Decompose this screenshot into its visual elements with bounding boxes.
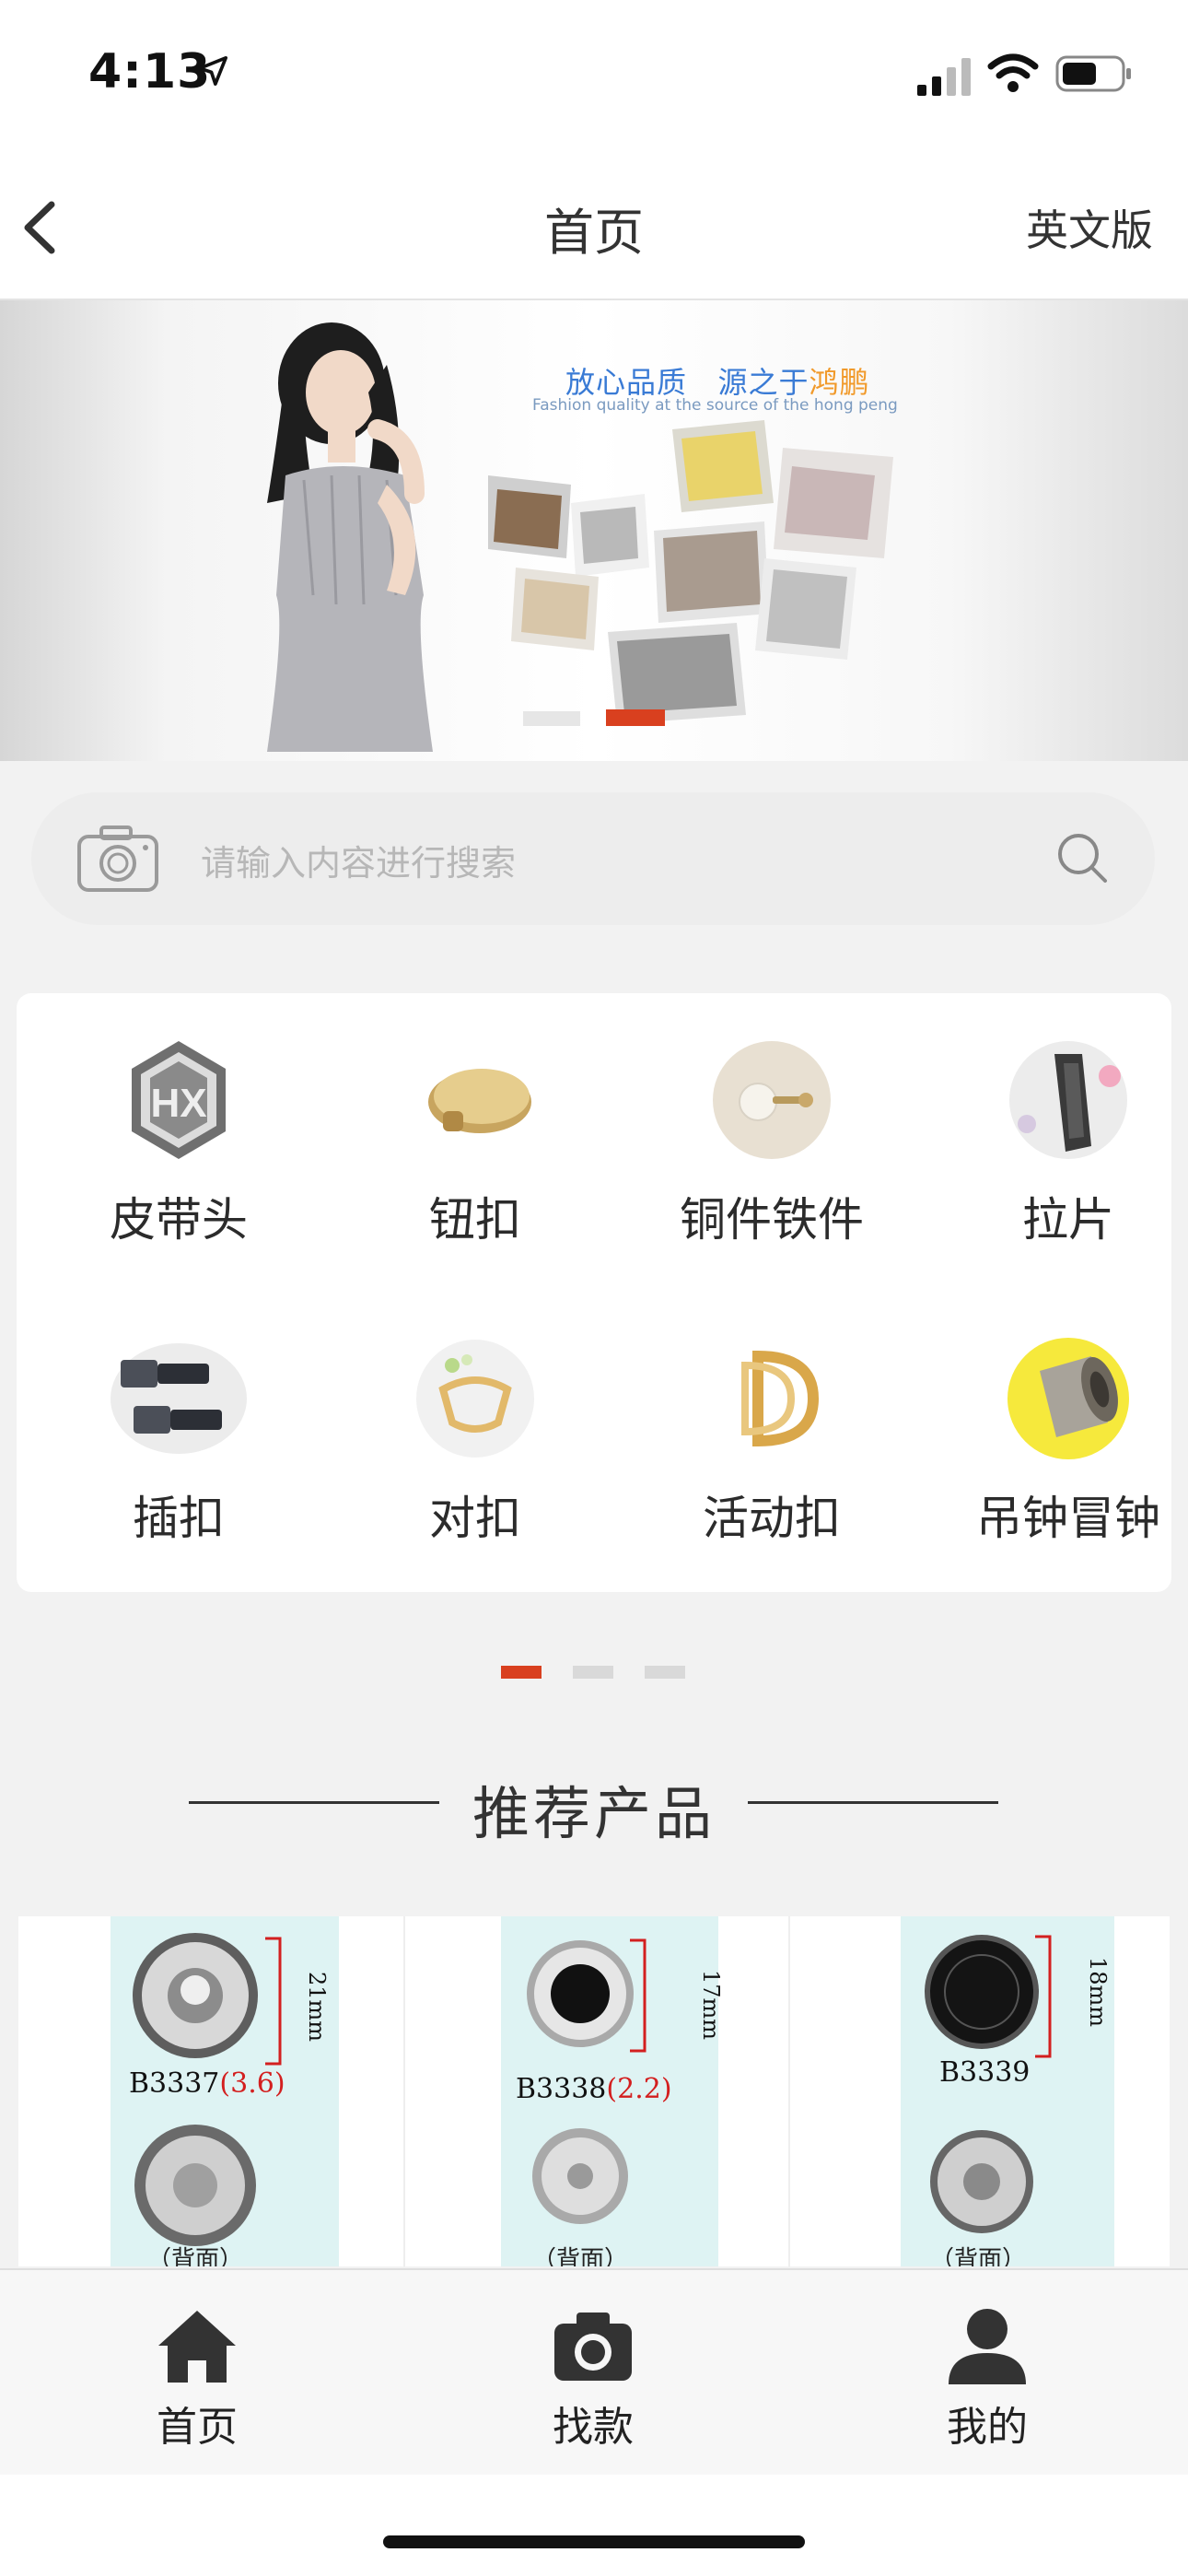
category-label: 铜件铁件	[680, 1193, 864, 1247]
product-size: 18mm	[1085, 1957, 1111, 2028]
status-bar: 4:13	[0, 0, 1188, 157]
product-code-text: B3337	[129, 2067, 220, 2100]
bottom-tab-bar: 首页 找款 我的	[0, 2268, 1188, 2476]
product-code: B3337(3.6)	[129, 2067, 285, 2100]
banner-headline-part1: 放心品质	[565, 365, 688, 400]
category-swivel-clasp[interactable]: 活动扣	[634, 1334, 910, 1548]
category-label: 皮带头	[110, 1193, 248, 1247]
product-size: 21mm	[304, 1972, 330, 2043]
d-ring-icon	[703, 1334, 841, 1463]
camera-icon	[554, 2313, 632, 2381]
product-image	[925, 1935, 1052, 2233]
tab-label: 首页	[157, 2404, 238, 2451]
tab-home[interactable]: 首页	[105, 2307, 289, 2453]
navigation-bar: 首页 英文版	[0, 157, 1188, 300]
recommended-section-title: 推荐产品	[472, 1780, 716, 1847]
product-spec: (3.6)	[219, 2067, 285, 2100]
belt-buckle-icon: HX	[110, 1036, 248, 1165]
banner-indicator-2-active[interactable]	[606, 709, 665, 726]
banner-headline-part2: 源之于	[717, 365, 809, 400]
english-version-link[interactable]: 英文版	[1026, 197, 1153, 258]
banner-product-collage	[488, 420, 893, 724]
category-grid: HX 皮带头 钮扣 铜件铁件 拉片 插扣 对扣 活动扣 吊钟冒钟	[17, 993, 1171, 1592]
tab-profile[interactable]: 我的	[895, 2307, 1079, 2453]
product-card[interactable]: 18mm B3339 （背面）	[788, 1916, 1170, 2266]
page-title: 首页	[544, 204, 644, 262]
banner-subtitle: Fashion quality at the source of the hon…	[532, 396, 898, 415]
product-code: B3339	[939, 2056, 1030, 2089]
product-card[interactable]: 17mm B3338(2.2) （背面）	[403, 1916, 788, 2266]
category-copper-iron-parts[interactable]: 铜件铁件	[634, 1036, 910, 1249]
tab-label: 找款	[553, 2404, 634, 2451]
copper-iron-parts-icon	[703, 1036, 841, 1165]
category-button[interactable]: 钮扣	[337, 1036, 613, 1249]
cord-end-icon	[999, 1334, 1137, 1463]
search-input[interactable]: 请输入内容进行搜索	[201, 835, 516, 885]
tab-label: 我的	[947, 2404, 1028, 2451]
category-label: 吊钟冒钟	[976, 1492, 1160, 1545]
banner-indicator-1[interactable]	[523, 711, 580, 726]
cellular-signal-icon	[917, 58, 971, 96]
product-list: 21mm B3337(3.6) （背面） 17mm B3338(2.2) （背面…	[18, 1916, 1170, 2266]
category-label: 拉片	[1022, 1193, 1114, 1247]
home-icon	[158, 2311, 236, 2383]
search-icon[interactable]	[1055, 831, 1109, 884]
home-indicator-area	[0, 2475, 1188, 2576]
product-back-label: （背面）	[532, 2246, 629, 2266]
category-label: 活动扣	[703, 1492, 841, 1545]
category-label: 钮扣	[429, 1193, 521, 1247]
product-spec: (2.2)	[606, 2073, 672, 2105]
button-icon	[406, 1036, 544, 1165]
product-size: 17mm	[698, 1970, 724, 2041]
product-code-text: B3339	[939, 2056, 1031, 2089]
category-belt-buckle[interactable]: HX 皮带头	[41, 1036, 317, 1249]
zipper-puller-icon	[999, 1036, 1137, 1165]
page-dot-active[interactable]	[501, 1666, 542, 1679]
category-side-release-buckle[interactable]: 插扣	[41, 1334, 317, 1548]
hook-clasp-icon	[406, 1334, 544, 1463]
banner-model-image	[267, 322, 433, 752]
product-back-label: （背面）	[930, 2246, 1027, 2266]
wifi-icon	[987, 53, 1039, 92]
location-arrow-icon	[197, 55, 228, 87]
category-label: 对扣	[429, 1492, 521, 1545]
banner-carousel[interactable]: 放心品质 源之于鸿鹏 Fashion quality at the source…	[0, 300, 1188, 761]
camera-search-icon[interactable]	[76, 822, 160, 896]
category-cord-end[interactable]: 吊钟冒钟	[930, 1334, 1188, 1548]
product-card[interactable]: 21mm B3337(3.6) （背面）	[18, 1916, 402, 2266]
tab-find-style[interactable]: 找款	[501, 2307, 685, 2453]
category-zipper-puller[interactable]: 拉片	[930, 1036, 1188, 1249]
product-back-label: （背面）	[147, 2246, 244, 2266]
page-dot[interactable]	[645, 1666, 685, 1679]
category-label: 插扣	[133, 1492, 225, 1545]
status-time: 4:13	[88, 44, 212, 100]
svg-text:HX: HX	[150, 1081, 206, 1126]
page-dot[interactable]	[573, 1666, 613, 1679]
category-hook-clasp[interactable]: 对扣	[337, 1334, 613, 1548]
product-code-text: B3338	[516, 2073, 607, 2105]
product-code: B3338(2.2)	[516, 2073, 672, 2105]
battery-icon	[1055, 55, 1131, 92]
banner-headline-brand: 鸿鹏	[809, 365, 870, 400]
home-indicator[interactable]	[383, 2535, 805, 2548]
search-bar[interactable]: 请输入内容进行搜索	[31, 792, 1155, 925]
side-release-buckle-icon	[110, 1334, 248, 1463]
user-icon	[949, 2309, 1026, 2384]
